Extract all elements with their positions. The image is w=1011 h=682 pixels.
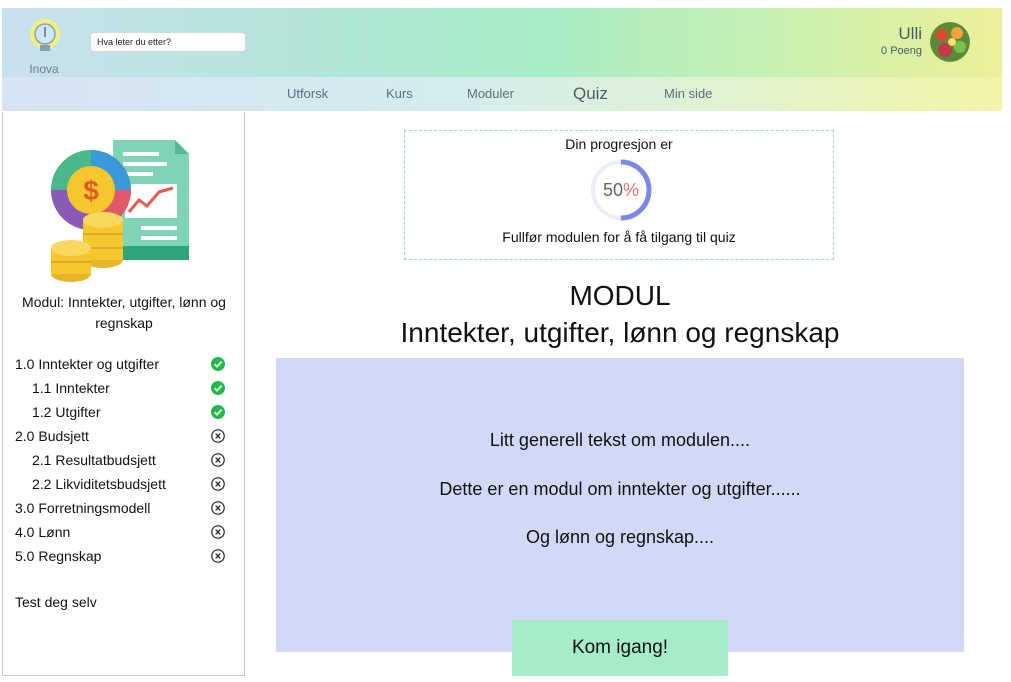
module-title: Modul: Inntekter, utgifter, lønn og regn… (22, 294, 226, 331)
toc-item-label: 2.1 Resultatbudsjett (32, 452, 156, 468)
check-circle-icon (211, 357, 225, 371)
nav-item-min-side[interactable]: Min side (664, 77, 712, 111)
avatar-image (930, 22, 970, 62)
x-circle-icon (211, 429, 225, 443)
main-nav: Utforsk Kurs Moduler Quiz Min side (2, 77, 1002, 111)
toc-item-label: 2.0 Budsjett (15, 428, 89, 444)
user-points: 0 Poeng (881, 45, 922, 57)
lightbulb-icon (30, 19, 60, 51)
progress-unit: % (623, 180, 640, 200)
top-header: Inova Ulli 0 Poeng (2, 8, 1002, 77)
toc-item-label: 1.2 Utgifter (32, 404, 101, 420)
toc-item-2-2[interactable]: 2.2 Likviditetsbudsjett (15, 472, 237, 496)
description-line-3: Og lønn og regnskap.... (525, 527, 715, 547)
toc-item-2-0[interactable]: 2.0 Budsjett (15, 424, 237, 448)
logo-text: Inova (29, 62, 59, 76)
toc-item-label: 1.0 Inntekter og utgifter (15, 356, 159, 372)
avatar[interactable] (930, 22, 970, 62)
toc-item-label: 5.0 Regnskap (15, 548, 102, 564)
progress-hint: Fullfør modulen for å få tilgang til qui… (502, 229, 736, 245)
toc-item-2-1[interactable]: 2.1 Resultatbudsjett (15, 448, 237, 472)
check-circle-icon (211, 381, 225, 395)
nav-item-kurs[interactable]: Kurs (386, 77, 413, 111)
user-info[interactable]: Ulli 0 Poeng (881, 24, 922, 58)
test-yourself-link[interactable]: Test deg selv (15, 594, 97, 610)
module-toc: 1.0 Inntekter og utgifter 1.1 Inntekter … (15, 352, 237, 568)
x-circle-icon (211, 525, 225, 539)
svg-text:$: $ (83, 175, 99, 206)
module-sidebar: $ Modul: Inntekter, utgifter, lønn og re… (2, 112, 245, 676)
module-subheading: Inntekter, utgifter, lønn og regnskap (400, 317, 840, 348)
toc-item-1-2[interactable]: 1.2 Utgifter (15, 400, 237, 424)
progress-number: 50 (602, 180, 623, 200)
get-started-button[interactable]: Kom igang! (512, 620, 728, 676)
x-circle-icon (211, 501, 225, 515)
toc-item-label: 2.2 Likviditetsbudsjett (32, 476, 166, 492)
x-circle-icon (211, 453, 225, 467)
description-line-1: Litt generell tekst om modulen.... (489, 430, 751, 450)
toc-item-4-0[interactable]: 4.0 Lønn (15, 520, 237, 544)
x-circle-icon (211, 477, 225, 491)
nav-item-quiz[interactable]: Quiz (573, 77, 608, 111)
inova-logo[interactable]: Inova (22, 16, 70, 76)
toc-item-label: 3.0 Forretningsmodell (15, 500, 151, 516)
x-circle-icon (211, 549, 225, 563)
search-input[interactable] (90, 32, 246, 52)
nav-item-utforsk[interactable]: Utforsk (287, 77, 328, 111)
progress-value: 50% (589, 158, 653, 222)
check-circle-icon (211, 405, 225, 419)
toc-item-5-0[interactable]: 5.0 Regnskap (15, 544, 237, 568)
toc-item-3-0[interactable]: 3.0 Forretningsmodell (15, 496, 237, 520)
progress-card: Din progresjon er 50% Fullfør modulen fo… (404, 130, 834, 260)
toc-item-1-0[interactable]: 1.0 Inntekter og utgifter (15, 352, 237, 376)
description-line-2: Dette er en modul om inntekter og utgift… (439, 479, 801, 499)
module-description-panel: Litt generell tekst om modulen.... Dette… (276, 358, 964, 652)
toc-item-label: 1.1 Inntekter (32, 380, 110, 396)
progress-title: Din progresjon er (565, 136, 673, 152)
nav-item-moduler[interactable]: Moduler (467, 77, 514, 111)
toc-item-label: 4.0 Lønn (15, 524, 71, 540)
toc-item-1-1[interactable]: 1.1 Inntekter (15, 376, 237, 400)
user-name: Ulli (898, 24, 922, 43)
finance-illustration: $ (51, 140, 189, 282)
module-heading: MODUL (569, 280, 671, 311)
